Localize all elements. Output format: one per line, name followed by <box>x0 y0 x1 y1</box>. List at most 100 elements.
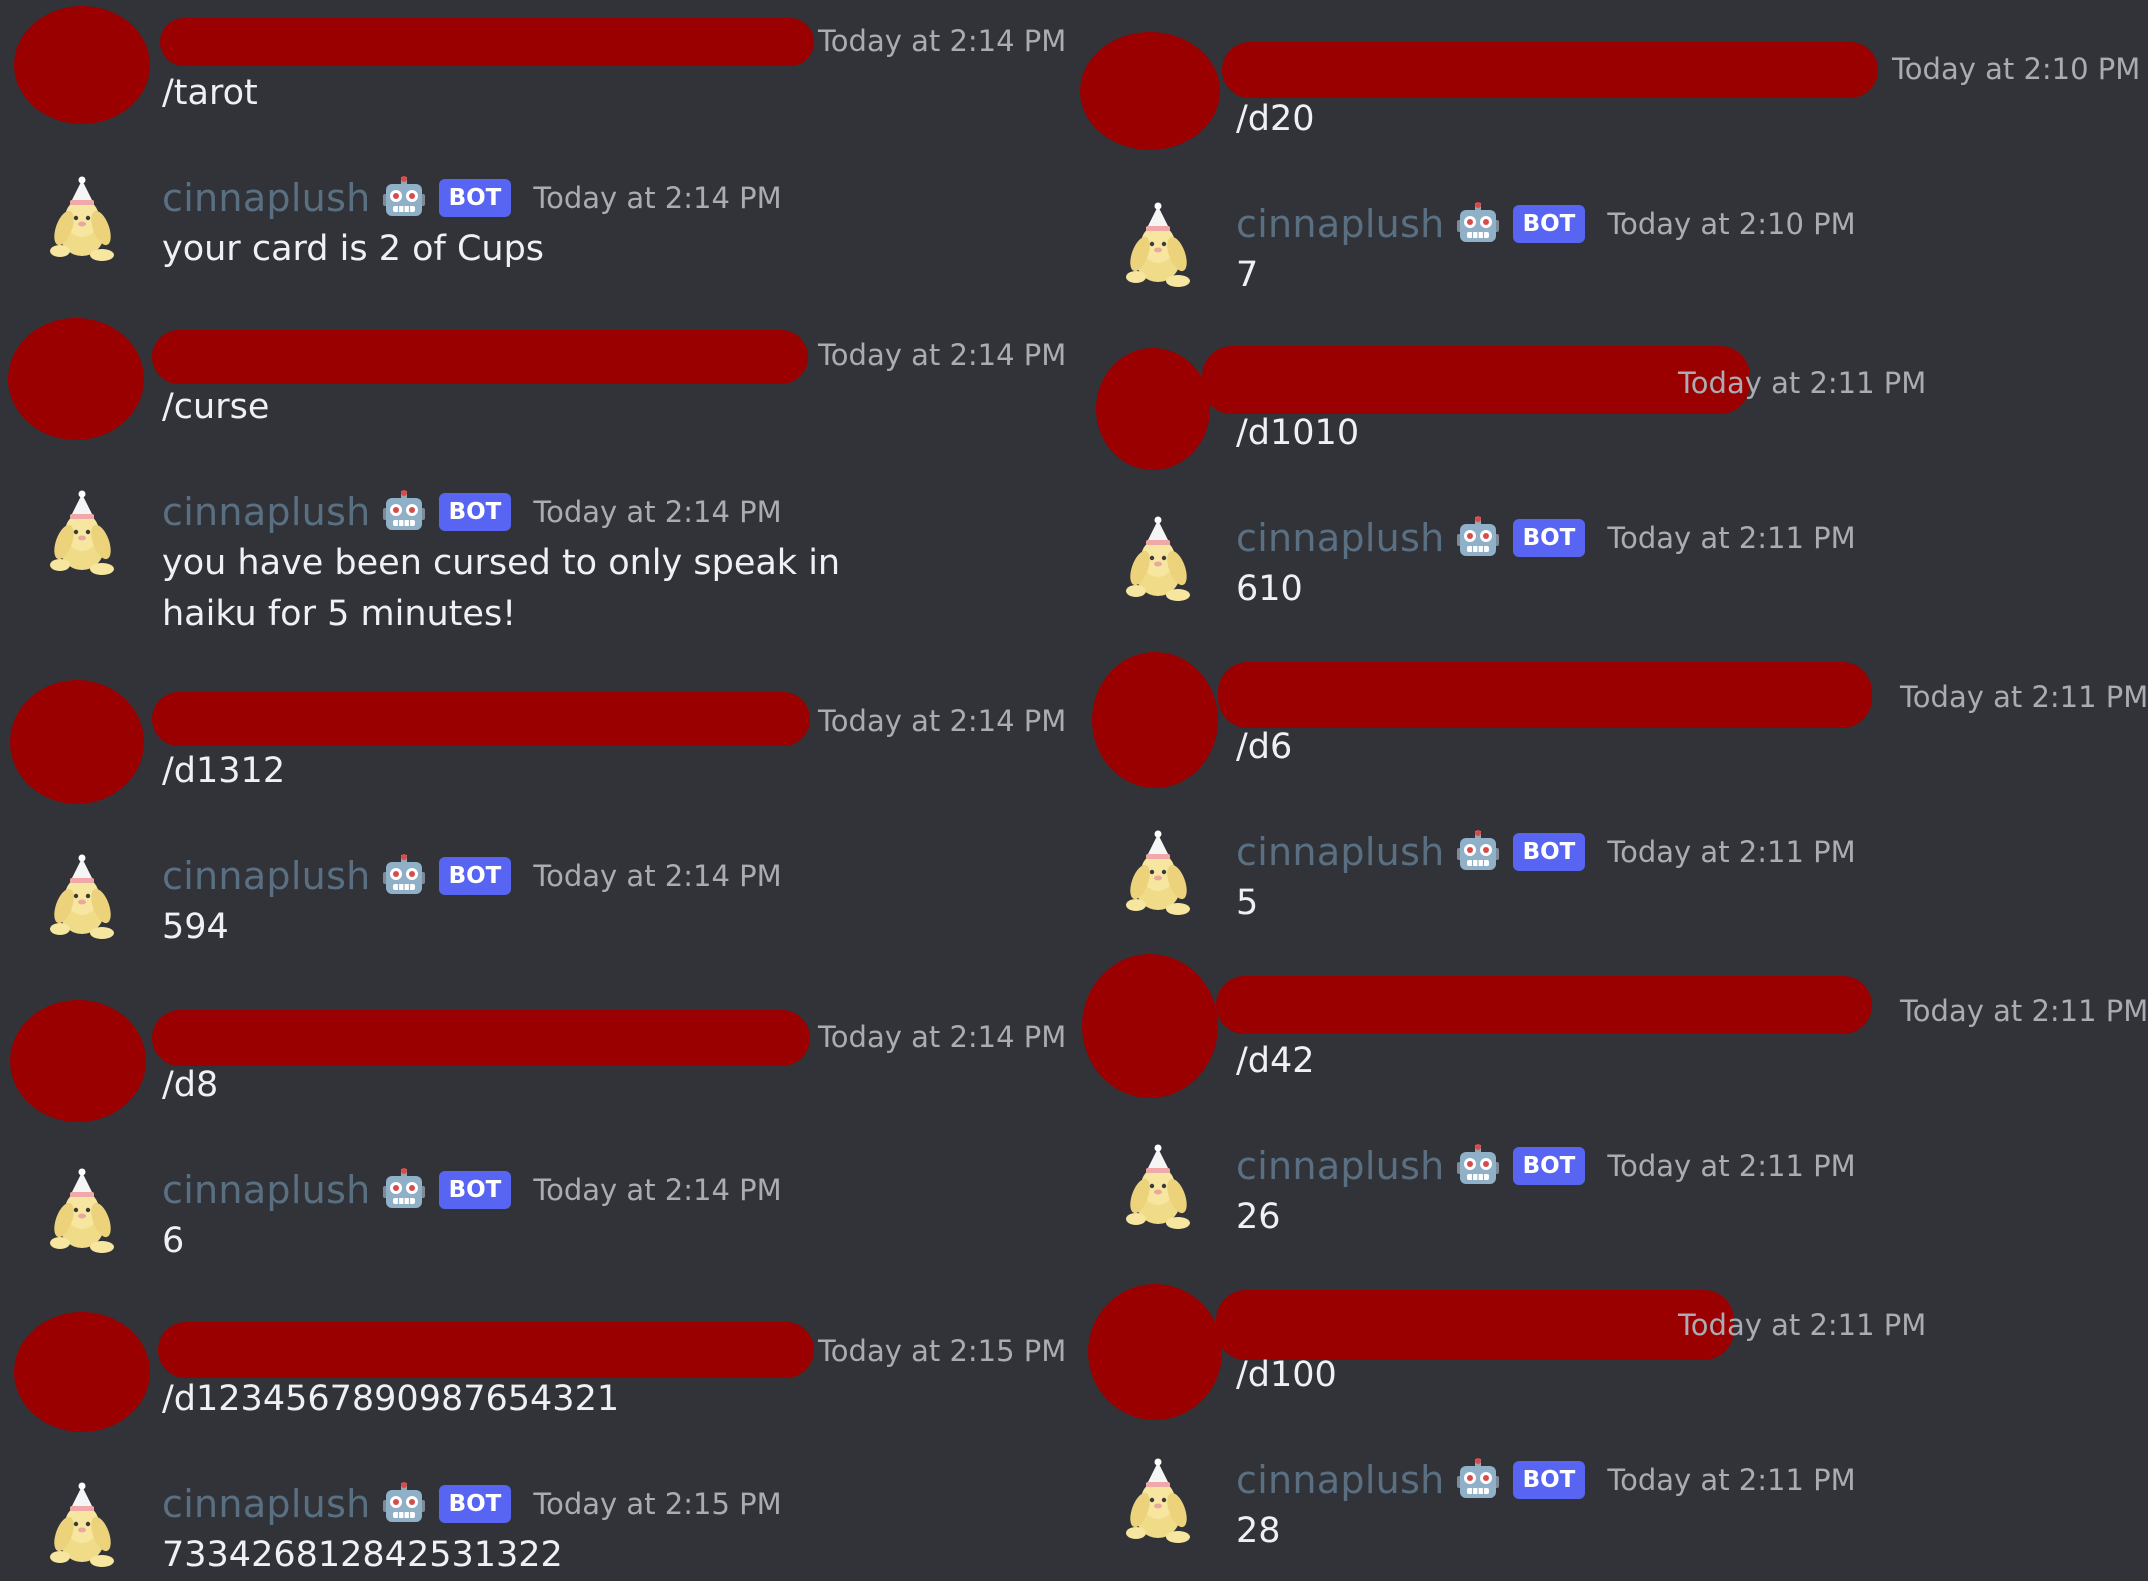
bot-badge: BOT <box>1512 1147 1586 1185</box>
robot-face-icon <box>381 1167 426 1209</box>
bunny-avatar-icon[interactable] <box>46 1168 118 1254</box>
robot-face-icon <box>1455 515 1500 557</box>
message-timestamp: Today at 2:11 PM <box>1607 521 1856 555</box>
message-text: 733426812842531322 <box>162 1535 563 1575</box>
message-text: /d8 <box>162 1065 219 1105</box>
message-text: /d1312 <box>162 751 286 791</box>
robot-face-icon <box>381 1481 426 1523</box>
robot-face-icon <box>381 489 426 531</box>
redacted-avatar <box>10 680 144 804</box>
robot-face-icon <box>381 853 426 895</box>
bot-header: cinnaplush BOT Today at 2:11 PM <box>1236 1138 1856 1194</box>
redacted-username <box>152 1010 810 1066</box>
bunny-avatar-icon[interactable] <box>1122 1144 1194 1230</box>
bot-username[interactable]: cinnaplush <box>1236 202 1445 246</box>
message-timestamp: Today at 2:14 PM <box>818 24 1067 58</box>
message-timestamp: Today at 2:11 PM <box>1900 680 2148 714</box>
bot-username[interactable]: cinnaplush <box>1236 1458 1445 1502</box>
message-text: /tarot <box>162 73 258 113</box>
message-timestamp: Today at 2:11 PM <box>1900 994 2148 1028</box>
bot-header: cinnaplush BOT Today at 2:10 PM <box>1236 196 1856 252</box>
bot-username[interactable]: cinnaplush <box>162 854 371 898</box>
message-text: 26 <box>1236 1197 1281 1237</box>
redacted-avatar <box>1096 348 1210 470</box>
message-text: 610 <box>1236 569 1303 609</box>
bunny-avatar-icon[interactable] <box>46 176 118 262</box>
bot-username[interactable]: cinnaplush <box>162 1168 371 1212</box>
redacted-avatar <box>1088 1284 1222 1420</box>
message-text: /d42 <box>1236 1041 1315 1081</box>
bunny-avatar-icon[interactable] <box>1122 202 1194 288</box>
redacted-username <box>152 330 808 384</box>
bot-header: cinnaplush BOT Today at 2:14 PM <box>162 848 782 904</box>
message-text: your card is 2 of Cups <box>162 229 545 269</box>
message-text: /d1234567890987654321 <box>162 1379 620 1419</box>
message-timestamp: Today at 2:14 PM <box>818 338 1067 372</box>
redacted-avatar <box>1082 954 1218 1098</box>
message-text: /d1010 <box>1236 413 1360 453</box>
chat-column-right: Today at 2:10 PM /d20 cinnaplush BOT Tod… <box>1074 0 2148 1581</box>
message-text: 7 <box>1236 255 1259 295</box>
redacted-avatar <box>14 1312 150 1432</box>
message-timestamp: Today at 2:11 PM <box>1607 1149 1856 1183</box>
bunny-avatar-icon[interactable] <box>1122 516 1194 602</box>
message-text: 6 <box>162 1221 185 1261</box>
bot-badge: BOT <box>438 179 512 217</box>
bunny-avatar-icon[interactable] <box>1122 830 1194 916</box>
bot-badge: BOT <box>1512 519 1586 557</box>
bot-username[interactable]: cinnaplush <box>162 1482 371 1526</box>
robot-face-icon <box>1455 201 1500 243</box>
bot-username[interactable]: cinnaplush <box>1236 830 1445 874</box>
bot-username[interactable]: cinnaplush <box>1236 516 1445 560</box>
message-text: 5 <box>1236 883 1259 923</box>
message-text: /d100 <box>1236 1355 1337 1395</box>
bot-header: cinnaplush BOT Today at 2:14 PM <box>162 484 782 540</box>
redacted-avatar <box>8 318 144 440</box>
message-text: 594 <box>162 907 229 947</box>
bunny-avatar-icon[interactable] <box>46 490 118 576</box>
bot-username[interactable]: cinnaplush <box>162 176 371 220</box>
bot-badge: BOT <box>438 493 512 531</box>
bot-badge: BOT <box>438 1485 512 1523</box>
redacted-username <box>1222 42 1878 98</box>
bot-badge: BOT <box>1512 1461 1586 1499</box>
message-timestamp: Today at 2:11 PM <box>1607 1463 1856 1497</box>
bot-header: cinnaplush BOT Today at 2:14 PM <box>162 170 782 226</box>
message-timestamp: Today at 2:14 PM <box>533 859 782 893</box>
redacted-username <box>1216 976 1872 1034</box>
message-timestamp: Today at 2:14 PM <box>818 1020 1067 1054</box>
bot-badge: BOT <box>438 1171 512 1209</box>
message-text: /d20 <box>1236 99 1315 139</box>
message-timestamp: Today at 2:15 PM <box>818 1334 1067 1368</box>
bot-username[interactable]: cinnaplush <box>1236 1144 1445 1188</box>
bot-username[interactable]: cinnaplush <box>162 490 371 534</box>
robot-face-icon <box>1455 1143 1500 1185</box>
message-timestamp: Today at 2:14 PM <box>818 704 1067 738</box>
message-text: /curse <box>162 387 270 427</box>
message-timestamp: Today at 2:10 PM <box>1892 52 2141 86</box>
bot-badge: BOT <box>1512 205 1586 243</box>
message-timestamp: Today at 2:10 PM <box>1607 207 1856 241</box>
redacted-username <box>152 692 810 746</box>
redacted-avatar <box>10 1000 146 1122</box>
chat-column-left: Today at 2:14 PM /tarot cinnaplush BOT T… <box>0 0 1074 1581</box>
robot-face-icon <box>1455 829 1500 871</box>
bot-header: cinnaplush BOT Today at 2:15 PM <box>162 1476 782 1532</box>
bot-header: cinnaplush BOT Today at 2:11 PM <box>1236 1452 1856 1508</box>
message-timestamp: Today at 2:14 PM <box>533 495 782 529</box>
bunny-avatar-icon[interactable] <box>46 1482 118 1568</box>
message-timestamp: Today at 2:11 PM <box>1678 1308 1927 1342</box>
message-timestamp: Today at 2:15 PM <box>533 1487 782 1521</box>
message-text: 28 <box>1236 1511 1281 1551</box>
bot-badge: BOT <box>438 857 512 895</box>
bot-badge: BOT <box>1512 833 1586 871</box>
redacted-avatar <box>14 6 150 124</box>
robot-face-icon <box>381 175 426 217</box>
message-timestamp: Today at 2:11 PM <box>1607 835 1856 869</box>
bot-header: cinnaplush BOT Today at 2:14 PM <box>162 1162 782 1218</box>
bunny-avatar-icon[interactable] <box>46 854 118 940</box>
redacted-avatar <box>1080 32 1220 150</box>
message-timestamp: Today at 2:14 PM <box>533 1173 782 1207</box>
redacted-avatar <box>1092 652 1218 788</box>
bunny-avatar-icon[interactable] <box>1122 1458 1194 1544</box>
